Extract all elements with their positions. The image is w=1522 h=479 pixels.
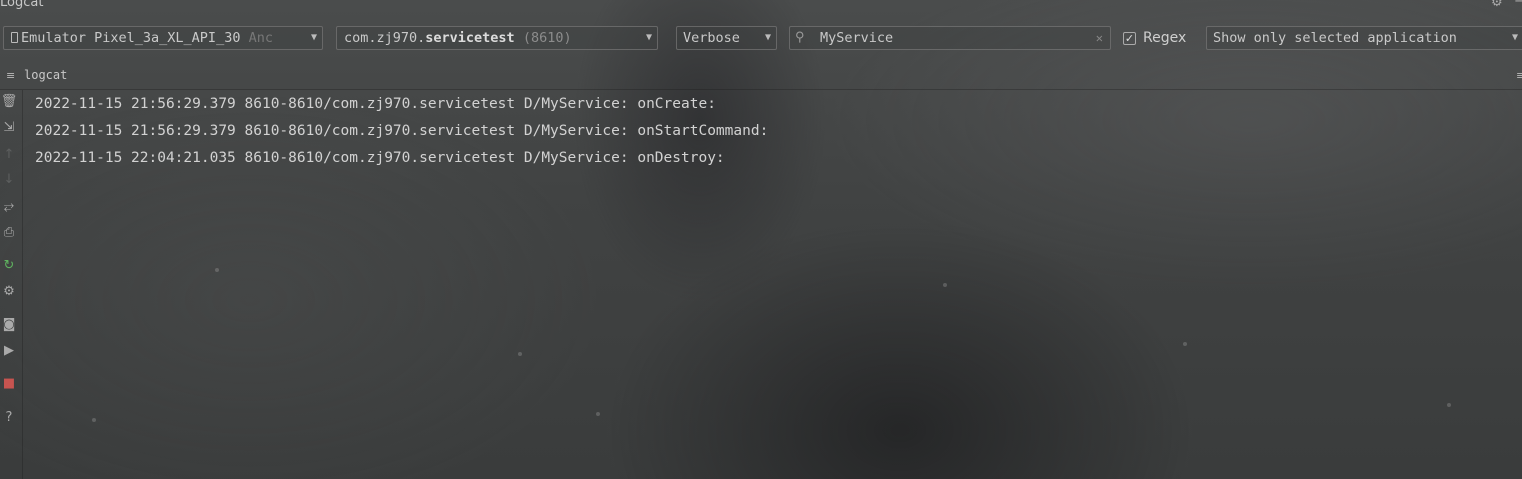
chevron-down-icon: ▼ bbox=[764, 32, 771, 43]
chevron-down-icon: ▼ bbox=[1511, 32, 1518, 43]
print-icon[interactable]: ⎙ bbox=[0, 225, 18, 240]
search-input[interactable]: ⚲ MyService ✕ bbox=[789, 26, 1111, 50]
device-icon bbox=[11, 32, 18, 43]
log-level-selector[interactable]: Verbose ▼ bbox=[676, 26, 777, 50]
chevron-down-icon: ▼ bbox=[310, 32, 317, 43]
filter-selector[interactable]: Show only selected application ▼ bbox=[1206, 26, 1522, 50]
screen-record-icon[interactable]: ▶ bbox=[0, 343, 18, 358]
soft-wrap-icon[interactable]: ⥂ bbox=[0, 199, 18, 214]
package-name: servicetest bbox=[425, 30, 515, 46]
log-output[interactable]: 2022-11-15 21:56:29.379 8610-8610/com.zj… bbox=[35, 94, 768, 175]
log-line[interactable]: 2022-11-15 22:04:21.035 8610-8610/com.zj… bbox=[35, 148, 768, 175]
regex-checkbox[interactable]: ✓ bbox=[1123, 32, 1136, 45]
device-selector[interactable]: Emulator Pixel_3a_XL_API_30 Anc ▼ bbox=[3, 26, 323, 50]
log-level-value: Verbose bbox=[683, 30, 740, 46]
gear-icon[interactable]: ⚙ bbox=[1491, 0, 1503, 10]
settings-icon[interactable]: ⚙ bbox=[0, 284, 18, 299]
tab-options-icon[interactable]: ≡ bbox=[1516, 69, 1522, 82]
restart-icon[interactable]: ↻ bbox=[0, 258, 18, 273]
background-particle bbox=[1447, 403, 1451, 407]
background-particle bbox=[1183, 342, 1187, 346]
trash-icon[interactable]: 🗑 bbox=[0, 94, 18, 109]
scroll-to-end-icon[interactable]: ⇲ bbox=[0, 120, 18, 135]
title-bar: Logcat ⚙ − bbox=[0, 0, 1522, 14]
window-title: Logcat bbox=[0, 0, 44, 10]
background-particle bbox=[518, 352, 522, 356]
filter-value: Show only selected application bbox=[1213, 30, 1457, 46]
screenshot-icon[interactable]: ◙ bbox=[0, 317, 18, 332]
background-particle bbox=[215, 268, 219, 272]
down-arrow-icon[interactable]: ↓ bbox=[0, 172, 18, 187]
process-pid: (8610) bbox=[522, 30, 572, 46]
chevron-down-icon: ▼ bbox=[645, 32, 652, 43]
logcat-tab-bar: ≡ logcat ≡ bbox=[0, 64, 1522, 90]
logcat-sidebar: 🗑 ⇲ ↑ ↓ ⥂ ⎙ ↻ ⚙ ◙ ▶ ■ ? bbox=[0, 90, 23, 479]
device-name: Emulator Pixel_3a_XL_API_30 bbox=[21, 30, 241, 46]
clear-icon[interactable]: ✕ bbox=[1096, 27, 1103, 49]
logcat-toolbar: Emulator Pixel_3a_XL_API_30 Anc ▼ com.zj… bbox=[0, 26, 1522, 52]
search-value: MyService bbox=[820, 30, 894, 46]
background-particle bbox=[943, 283, 947, 287]
stop-icon[interactable]: ■ bbox=[0, 376, 18, 391]
list-icon: ≡ bbox=[6, 69, 16, 82]
search-icon: ⚲ bbox=[795, 30, 805, 45]
minimize-icon[interactable]: − bbox=[1514, 0, 1522, 9]
regex-label: Regex bbox=[1143, 30, 1187, 46]
log-line[interactable]: 2022-11-15 21:56:29.379 8610-8610/com.zj… bbox=[35, 121, 768, 148]
log-line[interactable]: 2022-11-15 21:56:29.379 8610-8610/com.zj… bbox=[35, 94, 768, 121]
background-particle bbox=[596, 412, 600, 416]
up-arrow-icon[interactable]: ↑ bbox=[0, 147, 18, 162]
background-particle bbox=[92, 418, 96, 422]
tab-logcat[interactable]: logcat bbox=[24, 68, 67, 82]
device-name-suffix: Anc bbox=[248, 30, 273, 46]
process-selector[interactable]: com.zj970.servicetest (8610) ▼ bbox=[336, 26, 658, 50]
help-icon[interactable]: ? bbox=[0, 410, 18, 425]
package-prefix: com.zj970. bbox=[344, 30, 426, 46]
